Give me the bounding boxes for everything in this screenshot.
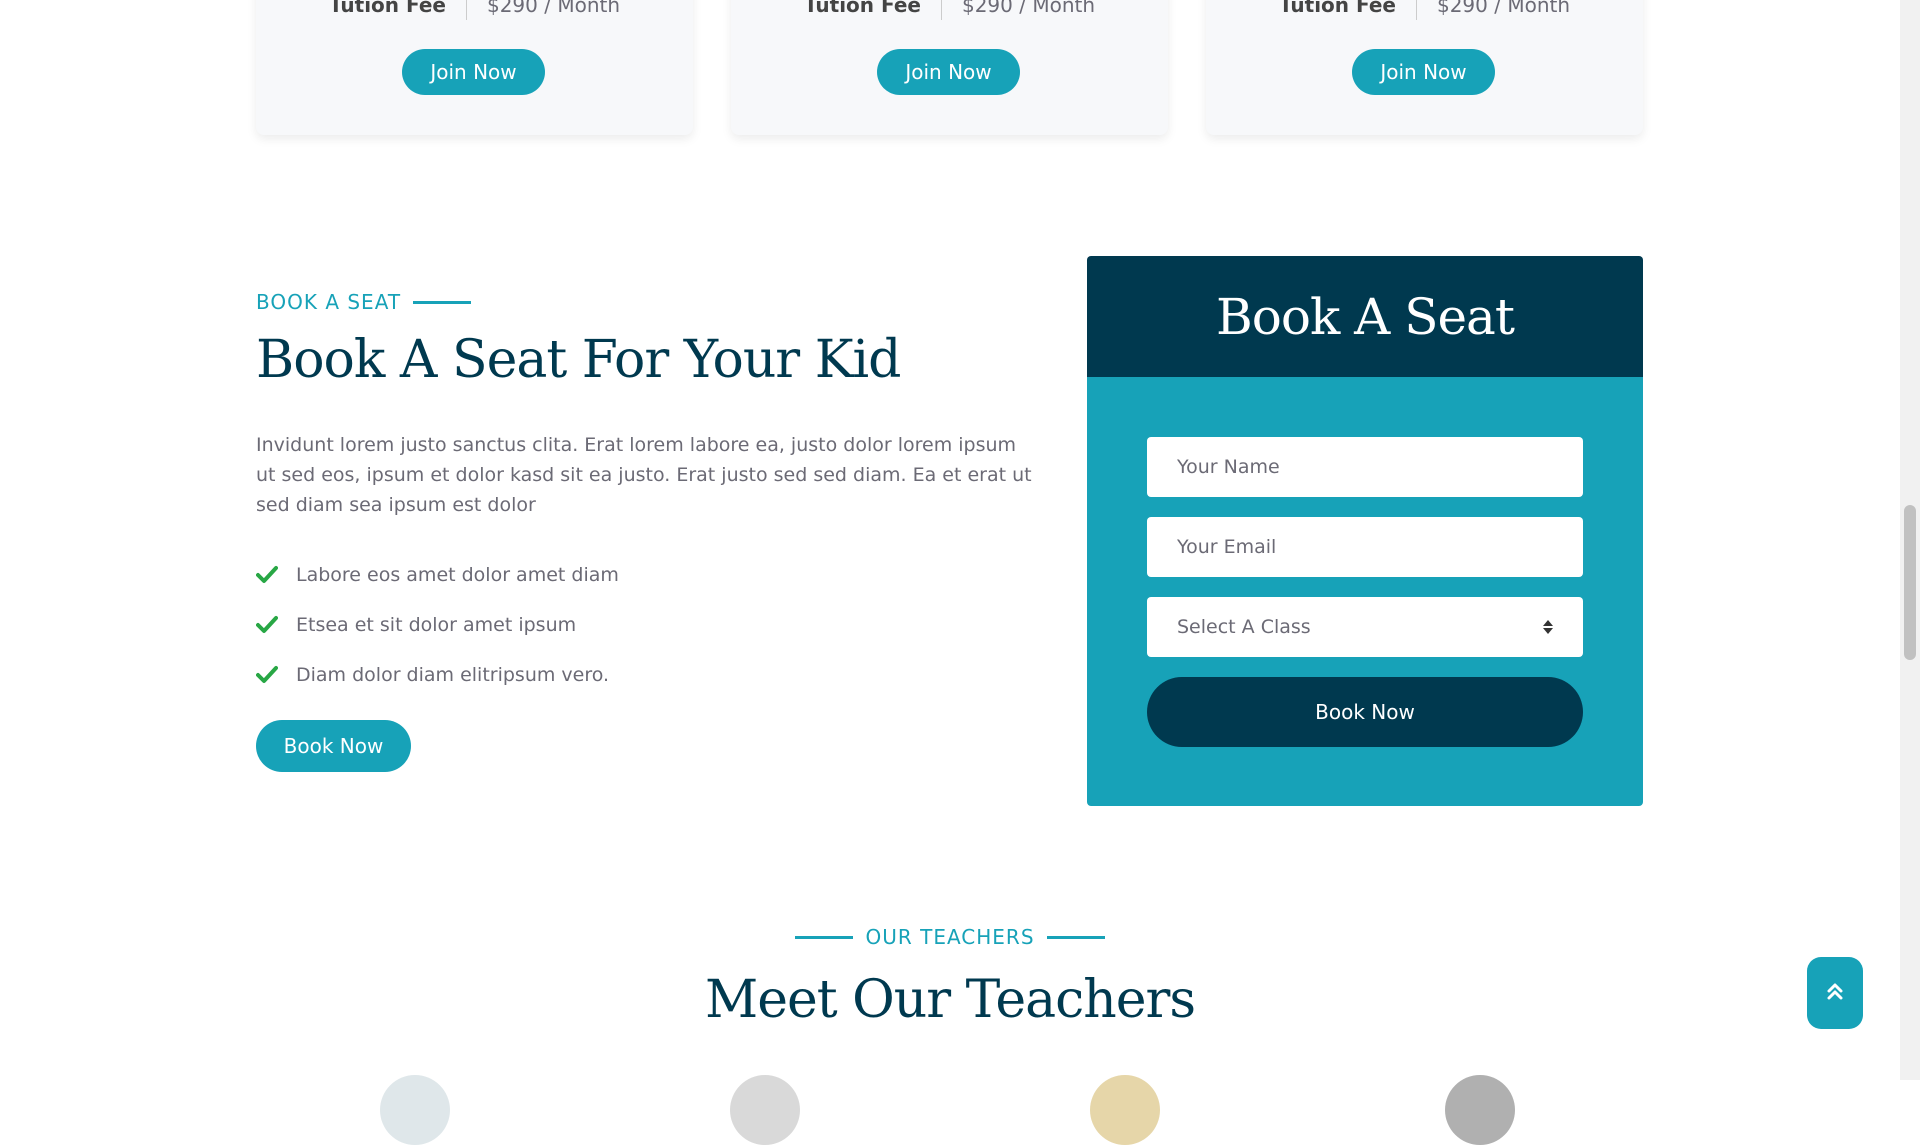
page: Tution Fee $290 / Month Join Now Tution … <box>0 0 1920 1145</box>
class-select-value: Select A Class <box>1177 616 1311 638</box>
section-title: Book A Seat For Your Kid <box>256 330 901 390</box>
eyebrow-line <box>1046 935 1105 939</box>
eyebrow-line <box>795 935 854 939</box>
form-body: Select A Class Book Now <box>1087 377 1643 806</box>
feature-list: Labore eos amet dolor amet diam Etsea et… <box>256 550 619 700</box>
join-now-button[interactable]: Join Now <box>402 49 545 95</box>
back-to-top-button[interactable] <box>1807 957 1863 1029</box>
divider <box>1415 0 1417 20</box>
teachers-title: Meet Our Teachers <box>704 970 1196 1030</box>
eyebrow-line <box>413 300 472 304</box>
list-item-text: Diam dolor diam elitripsum vero. <box>296 664 610 686</box>
fee-label: Tution Fee <box>1278 0 1396 17</box>
fee-value: $290 / Month <box>486 0 621 17</box>
scrollbar-thumb[interactable] <box>1904 505 1916 660</box>
teacher-avatar <box>1445 1075 1515 1145</box>
check-icon <box>256 564 278 586</box>
fee-label: Tution Fee <box>328 0 446 17</box>
fee-row: Tution Fee $290 / Month <box>1206 0 1643 20</box>
section-paragraph: Invidunt lorem justo sanctus clita. Erat… <box>256 434 1032 516</box>
book-now-button[interactable]: Book Now <box>256 720 411 772</box>
fee-label: Tution Fee <box>803 0 921 17</box>
fee-row: Tution Fee $290 / Month <box>731 0 1168 20</box>
booking-form: Book A Seat Select A Class Book Now <box>1087 256 1643 806</box>
list-item: Etsea et sit dolor amet ipsum <box>256 600 619 650</box>
divider <box>940 0 942 20</box>
eyebrow-text: OUR TEACHERS <box>865 925 1035 949</box>
list-item-text: Etsea et sit dolor amet ipsum <box>296 614 577 636</box>
teachers-eyebrow: OUR TEACHERS <box>0 925 1900 949</box>
check-icon <box>256 664 278 686</box>
pricing-card: Tution Fee $290 / Month Join Now <box>731 0 1168 135</box>
eyebrow-text: BOOK A SEAT <box>256 290 402 314</box>
pricing-card: Tution Fee $290 / Month Join Now <box>1206 0 1643 135</box>
divider <box>465 0 467 20</box>
teacher-avatar <box>380 1075 450 1145</box>
fee-value: $290 / Month <box>1436 0 1571 17</box>
join-now-button[interactable]: Join Now <box>1352 49 1495 95</box>
teacher-avatar <box>730 1075 800 1145</box>
list-item: Labore eos amet dolor amet diam <box>256 550 619 600</box>
list-item: Diam dolor diam elitripsum vero. <box>256 650 619 700</box>
fee-row: Tution Fee $290 / Month <box>256 0 693 20</box>
form-title: Book A Seat <box>1087 256 1643 377</box>
pricing-card: Tution Fee $290 / Month Join Now <box>256 0 693 135</box>
class-select[interactable]: Select A Class <box>1147 597 1583 657</box>
select-arrows-icon <box>1543 620 1553 634</box>
teacher-avatar <box>1090 1075 1160 1145</box>
name-input[interactable] <box>1147 437 1583 497</box>
list-item-text: Labore eos amet dolor amet diam <box>296 564 619 586</box>
check-icon <box>256 614 278 636</box>
email-input[interactable] <box>1147 517 1583 577</box>
form-submit-button[interactable]: Book Now <box>1147 677 1583 747</box>
fee-value: $290 / Month <box>961 0 1096 17</box>
join-now-button[interactable]: Join Now <box>877 49 1020 95</box>
double-chevron-up-icon <box>1825 980 1845 1006</box>
page-scrollbar[interactable] <box>1900 0 1920 1080</box>
section-eyebrow: BOOK A SEAT <box>256 290 472 314</box>
